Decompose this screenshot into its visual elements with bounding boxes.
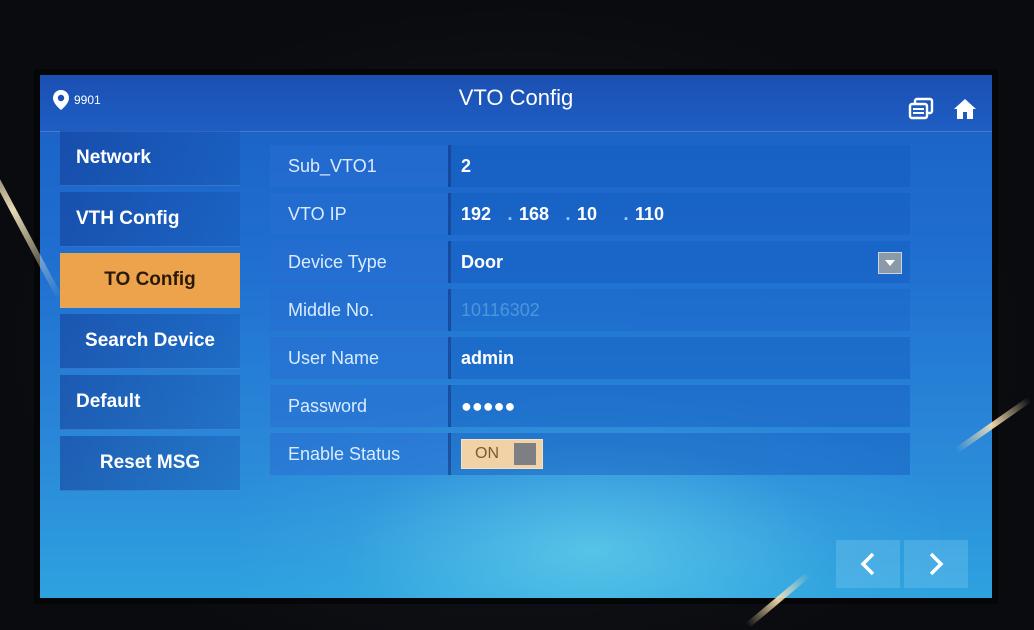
- home-icon[interactable]: [952, 97, 978, 121]
- header-actions: [908, 97, 978, 121]
- dropdown-button[interactable]: [878, 252, 902, 274]
- next-page-button[interactable]: [904, 540, 968, 588]
- user-name-row: User Name admin: [270, 337, 910, 379]
- sub-vto-field[interactable]: 2: [451, 145, 910, 187]
- messages-icon[interactable]: [908, 97, 934, 121]
- previous-page-button[interactable]: [836, 540, 900, 588]
- ip-separator: .: [507, 203, 513, 224]
- password-label: Password: [270, 385, 451, 427]
- toggle-state-label: ON: [475, 445, 499, 462]
- header-bar: 9901 VTO Config: [40, 75, 992, 132]
- device-type-select[interactable]: Door: [451, 241, 910, 283]
- user-name-label: User Name: [270, 337, 451, 379]
- enable-status-cell: ON: [451, 433, 910, 475]
- sidebar-item-network[interactable]: Network: [60, 131, 240, 186]
- sub-vto-label: Sub_VTO1: [270, 145, 451, 187]
- sidebar-item-label: Default: [76, 391, 141, 412]
- sidebar-item-label: TO Config: [104, 269, 196, 290]
- sub-vto-row: Sub_VTO1 2: [270, 145, 910, 187]
- middle-no-field: 10116302: [451, 289, 910, 331]
- ip-separator: .: [623, 203, 629, 224]
- device-type-row: Device Type Door: [270, 241, 910, 283]
- sidebar-nav: Network VTH Config TO Config Search Devi…: [60, 131, 240, 497]
- vto-config-form: Sub_VTO1 2 VTO IP 192 . 168 . 10 . 110 D…: [270, 145, 910, 481]
- middle-no-label: Middle No.: [270, 289, 451, 331]
- sidebar-item-default[interactable]: Default: [60, 375, 240, 430]
- enable-status-toggle[interactable]: ON: [461, 439, 543, 469]
- ip-octet-3[interactable]: 10: [577, 204, 617, 225]
- sidebar-item-reset-msg[interactable]: Reset MSG: [60, 436, 240, 491]
- page-title: VTO Config: [458, 85, 574, 110]
- sidebar-item-vto-config[interactable]: TO Config: [60, 253, 240, 308]
- device-type-value: Door: [461, 251, 503, 272]
- user-name-field[interactable]: admin: [451, 337, 910, 379]
- password-row: Password ●●●●●: [270, 385, 910, 427]
- vto-ip-label: VTO IP: [270, 193, 451, 235]
- device-screen: 9901 VTO Config Network VTH Config TO Co…: [40, 75, 992, 598]
- pager: [836, 540, 968, 588]
- vto-ip-field: 192 . 168 . 10 . 110: [451, 193, 910, 235]
- ip-separator: .: [565, 203, 571, 224]
- sidebar-item-label: Network: [76, 147, 151, 168]
- middle-no-row: Middle No. 10116302: [270, 289, 910, 331]
- toggle-knob: [514, 443, 536, 465]
- chevron-left-icon: [860, 552, 875, 576]
- ip-octet-1[interactable]: 192: [461, 204, 501, 225]
- sidebar-item-search-device[interactable]: Search Device: [60, 314, 240, 369]
- sidebar-item-label: Search Device: [85, 330, 215, 351]
- enable-status-row: Enable Status ON: [270, 433, 910, 475]
- ip-octet-4[interactable]: 110: [635, 204, 675, 225]
- device-type-label: Device Type: [270, 241, 451, 283]
- vto-ip-row: VTO IP 192 . 168 . 10 . 110: [270, 193, 910, 235]
- password-field[interactable]: ●●●●●: [451, 385, 910, 427]
- sidebar-item-label: Reset MSG: [99, 452, 201, 473]
- sidebar-item-vth-config[interactable]: VTH Config: [60, 192, 240, 247]
- enable-status-label: Enable Status: [270, 433, 451, 475]
- sidebar-item-label: VTH Config: [76, 208, 180, 229]
- ip-octet-2[interactable]: 168: [519, 204, 559, 225]
- chevron-down-icon: [885, 260, 895, 266]
- chevron-right-icon: [929, 552, 944, 576]
